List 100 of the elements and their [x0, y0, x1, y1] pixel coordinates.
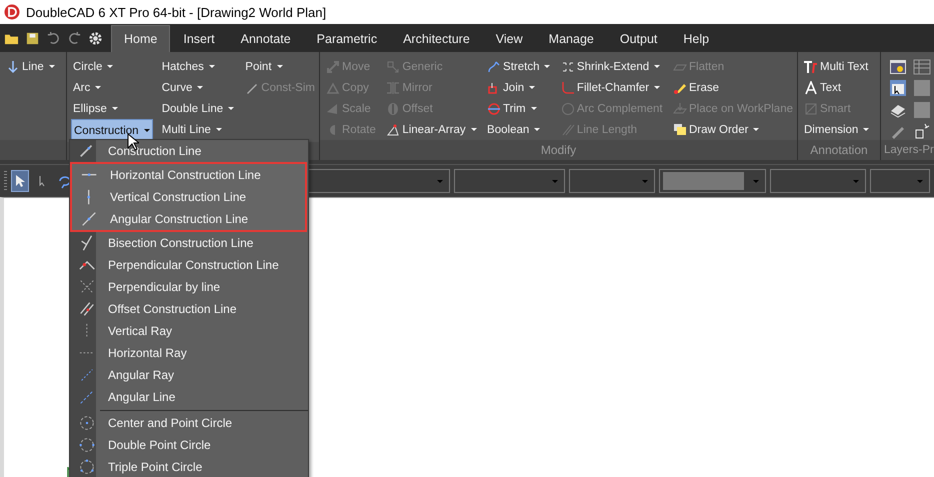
- offset-line-icon: [78, 300, 96, 318]
- arrow-icon: [6, 60, 20, 74]
- menu-item[interactable]: Center and Point Circle: [70, 412, 308, 434]
- ribbon-button[interactable]: Shrink-Extend: [558, 56, 665, 77]
- app-logo-icon: [4, 4, 20, 20]
- ribbon-tab[interactable]: Annotate: [228, 25, 304, 52]
- ribbon-button[interactable]: Join: [485, 77, 552, 98]
- caret-icon: [534, 128, 540, 131]
- menu-item[interactable]: Triple Point Circle: [70, 456, 308, 477]
- menu-item[interactable]: Double Point Circle: [70, 434, 308, 456]
- perpendicular-icon: [78, 260, 96, 270]
- copy-icon: [326, 80, 340, 94]
- menu-item[interactable]: Perpendicular Construction Line: [70, 254, 308, 276]
- dimension-icon: [804, 102, 818, 116]
- ribbon-button[interactable]: Curve: [160, 77, 236, 98]
- caret-icon: [917, 180, 923, 182]
- circle-icon: [78, 436, 96, 454]
- caret-icon: [197, 86, 204, 89]
- caret-icon: [470, 128, 477, 131]
- table-icon[interactable]: [913, 58, 931, 76]
- caret-icon: [753, 180, 759, 182]
- menu-item[interactable]: Offset Construction Line: [70, 298, 308, 320]
- ribbon-button[interactable]: Draw Order: [671, 119, 795, 140]
- ribbon-tab[interactable]: View: [482, 25, 536, 52]
- ribbon-button[interactable]: Multi Line: [160, 119, 236, 140]
- menu-item[interactable]: Bisection Construction Line: [70, 232, 308, 254]
- menu-item[interactable]: Angular Line: [70, 386, 308, 408]
- ribbon-button[interactable]: Boolean: [485, 119, 552, 140]
- caret-icon: [95, 86, 102, 89]
- menu-item[interactable]: Angular Ray: [70, 364, 308, 386]
- caret-icon: [208, 65, 215, 68]
- ribbon-button[interactable]: Erase: [671, 77, 795, 98]
- shrink-icon: [560, 60, 575, 74]
- ribbon-button[interactable]: Arc: [71, 77, 153, 98]
- square-icon[interactable]: [913, 79, 931, 98]
- menu-item[interactable]: Angular Construction Line: [72, 208, 305, 230]
- ribbon-button[interactable]: Text: [802, 77, 872, 98]
- ribbon-button[interactable]: Dimension: [802, 119, 872, 140]
- letter-icon: [804, 80, 818, 94]
- layer-settings-icon[interactable]: [889, 58, 907, 76]
- settings-icon[interactable]: [88, 30, 103, 46]
- array-icon: [386, 122, 400, 136]
- ribbon-button[interactable]: Fillet-Chamfer: [558, 77, 665, 98]
- ribbon-button[interactable]: Ellipse: [71, 98, 153, 119]
- caret-icon: [112, 107, 118, 110]
- ribbon-button[interactable]: Line: [4, 56, 57, 77]
- ribbon-tab[interactable]: Parametric: [304, 25, 390, 52]
- caret-icon: [437, 180, 443, 182]
- caret-icon: [144, 129, 150, 132]
- circle-icon: [78, 458, 96, 476]
- ribbon-tab[interactable]: Architecture: [390, 25, 483, 52]
- horizontal-line-icon: [80, 172, 98, 178]
- caret-icon: [48, 65, 55, 68]
- ribbon-tab[interactable]: Manage: [536, 25, 607, 52]
- menu-item[interactable]: Vertical Ray: [70, 320, 308, 342]
- ribbon-tab[interactable]: Home: [111, 25, 170, 52]
- menu-item[interactable]: Construction Line: [70, 140, 308, 162]
- dropdown-field[interactable]: [870, 169, 930, 193]
- ribbon-button[interactable]: Double Line: [160, 98, 236, 119]
- ribbon-button[interactable]: Multi Text: [802, 56, 872, 77]
- draw-order-icon: [673, 122, 687, 136]
- menu-item[interactable]: Horizontal Ray: [70, 342, 308, 364]
- ribbon-button[interactable]: Linear-Array: [384, 119, 479, 140]
- circle-icon: [560, 102, 575, 116]
- ribbon-button[interactable]: Stretch: [485, 56, 552, 77]
- ribbon-tab[interactable]: Help: [670, 25, 722, 52]
- fillet-icon: [560, 80, 575, 94]
- dropdown-field[interactable]: [659, 169, 766, 193]
- generic-icon: [386, 60, 400, 74]
- stretch-icon: [487, 60, 502, 74]
- menu-item[interactable]: Vertical Construction Line: [72, 186, 305, 208]
- length-icon: [560, 122, 575, 136]
- ribbon-button[interactable]: Point: [243, 56, 317, 77]
- caret-icon: [228, 107, 234, 110]
- menu-item[interactable]: Horizontal Construction Line: [72, 164, 305, 186]
- circle-icon: [78, 414, 96, 432]
- undo-icon[interactable]: [46, 30, 61, 46]
- ribbon-button[interactable]: Trim: [485, 98, 552, 119]
- caret-icon: [853, 180, 859, 182]
- caret-icon: [552, 180, 558, 182]
- select-tool-button[interactable]: [10, 170, 30, 192]
- ribbon-tab[interactable]: Output: [606, 25, 670, 52]
- save-icon[interactable]: [25, 30, 40, 46]
- diagonal-line-icon: [80, 210, 98, 228]
- caret-icon: [863, 128, 870, 131]
- group-label: Annotation: [798, 140, 880, 160]
- dropdown-field[interactable]: [569, 169, 655, 193]
- ribbon-tab[interactable]: Insert: [170, 25, 228, 52]
- move-icon: [326, 60, 340, 74]
- ribbon-button[interactable]: Circle: [71, 56, 153, 77]
- window-title: DoubleCAD 6 XT Pro 64-bit - [Drawing2 World Plan]: [26, 4, 326, 20]
- caret-icon: [642, 180, 648, 182]
- menu-item[interactable]: Perpendicular by line: [70, 276, 308, 298]
- caret-icon: [529, 86, 536, 89]
- dropdown-field[interactable]: [770, 169, 866, 193]
- redo-icon[interactable]: [67, 30, 82, 46]
- scale-icon: [326, 102, 340, 116]
- window-pointer-icon[interactable]: [889, 79, 907, 98]
- dropdown-field[interactable]: [454, 169, 565, 193]
- ribbon-button[interactable]: Hatches: [160, 56, 236, 77]
